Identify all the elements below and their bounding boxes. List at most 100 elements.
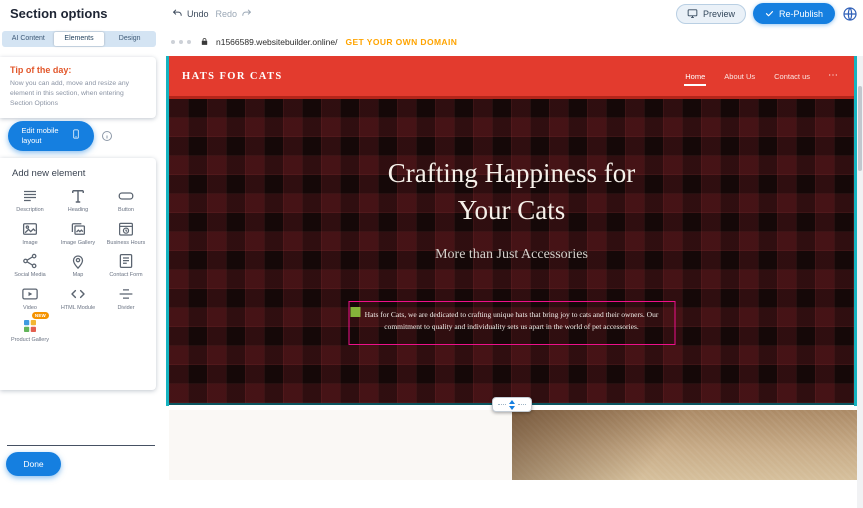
button-icon xyxy=(117,187,135,205)
undo-redo-group: Undo Redo xyxy=(172,8,252,19)
element-description[interactable]: Description xyxy=(6,187,54,214)
undo-icon xyxy=(172,8,183,19)
redo-label: Redo xyxy=(216,9,238,19)
tip-body: Now you can add, move and resize any ele… xyxy=(10,79,146,109)
element-label: Divider xyxy=(117,305,134,312)
republish-label: Re-Publish xyxy=(779,9,823,19)
heading-icon xyxy=(69,187,87,205)
sidebar: AI Content Elements Design Tip of the da… xyxy=(0,28,166,480)
element-label: Social Media xyxy=(14,272,46,279)
hero-subheading[interactable]: More than Just Accessories xyxy=(169,247,854,263)
handle-dots-left xyxy=(498,404,506,405)
preview-button[interactable]: Preview xyxy=(676,4,746,24)
sand-photo xyxy=(512,410,857,480)
topbar-actions: Preview Re-Publish xyxy=(676,3,858,24)
handle-dots-right xyxy=(518,404,526,405)
scrollbar-thumb[interactable] xyxy=(858,86,862,171)
preview-label: Preview xyxy=(703,9,735,19)
tab-ai-content[interactable]: AI Content xyxy=(3,32,54,46)
new-badge: NEW xyxy=(32,312,49,319)
image-icon xyxy=(21,220,39,238)
hero-heading-line2: Your Cats xyxy=(169,192,854,229)
element-image-gallery[interactable]: Image Gallery xyxy=(54,220,102,247)
sidebar-divider xyxy=(7,445,155,446)
element-label: Button xyxy=(118,207,134,214)
element-label: Image Gallery xyxy=(61,240,95,247)
nav-about-us[interactable]: About Us xyxy=(723,67,756,86)
hero-heading[interactable]: Crafting Happiness for Your Cats xyxy=(169,99,854,230)
element-label: Image xyxy=(22,240,37,247)
done-button[interactable]: Done xyxy=(6,452,61,476)
element-video[interactable]: Video xyxy=(6,285,54,312)
section-selection-edge-left xyxy=(166,56,169,406)
info-icon[interactable] xyxy=(101,130,113,142)
site-header[interactable]: HATS FOR CATS Home About Us Contact us ⋯ xyxy=(169,56,854,99)
element-label: Business Hours xyxy=(107,240,146,247)
element-heading[interactable]: Heading xyxy=(54,187,102,214)
element-drag-handle[interactable] xyxy=(350,307,360,317)
element-label: Video xyxy=(23,305,37,312)
element-label: HTML Module xyxy=(61,305,95,312)
social-media-icon xyxy=(21,252,39,270)
html-module-icon xyxy=(69,285,87,303)
phone-icon xyxy=(71,129,81,144)
tab-design[interactable]: Design xyxy=(104,32,155,46)
page-title: Section options xyxy=(10,6,108,21)
element-product-gallery[interactable]: NEW Product Gallery xyxy=(6,317,54,344)
element-business-hours[interactable]: Business Hours xyxy=(102,220,150,247)
nav-more-icon[interactable]: ⋯ xyxy=(828,71,838,81)
description-icon xyxy=(21,187,39,205)
element-social-media[interactable]: Social Media xyxy=(6,252,54,279)
image-gallery-icon xyxy=(69,220,87,238)
add-element-panel: Add new element Description Heading Butt… xyxy=(0,158,156,390)
editor-canvas: n1566589.websitebuilder.online/ GET YOUR… xyxy=(166,28,863,480)
nav-contact-us[interactable]: Contact us xyxy=(773,67,811,86)
tip-title: Tip of the day: xyxy=(10,65,146,75)
element-contact-form[interactable]: Contact Form xyxy=(102,252,150,279)
redo-button[interactable]: Redo xyxy=(216,8,253,19)
window-dot-icon xyxy=(179,40,183,44)
contact-form-icon xyxy=(117,252,135,270)
section-resize-handle[interactable] xyxy=(492,397,532,412)
republish-button[interactable]: Re-Publish xyxy=(753,3,835,24)
element-label: Description xyxy=(16,207,44,214)
next-section[interactable] xyxy=(169,410,857,480)
hero-section[interactable]: Crafting Happiness for Your Cats More th… xyxy=(169,99,854,405)
element-image[interactable]: Image xyxy=(6,220,54,247)
video-icon xyxy=(21,285,39,303)
product-gallery-icon: NEW xyxy=(21,317,39,335)
undo-label: Undo xyxy=(187,9,209,19)
globe-icon[interactable] xyxy=(842,6,858,22)
element-button[interactable]: Button xyxy=(102,187,150,214)
window-dot-icon xyxy=(171,40,175,44)
scrollbar-track[interactable] xyxy=(857,56,863,508)
topbar: Section options Undo Redo Preview Re-P xyxy=(0,0,863,28)
hero-text-element-selected[interactable]: Hats for Cats, we are dedicated to craft… xyxy=(348,301,675,345)
get-domain-link[interactable]: GET YOUR OWN DOMAIN xyxy=(345,37,457,47)
element-grid: Description Heading Button Image xyxy=(6,187,150,344)
lock-icon xyxy=(200,37,209,48)
nav-home[interactable]: Home xyxy=(684,67,706,86)
divider-icon xyxy=(117,285,135,303)
element-html-module[interactable]: HTML Module xyxy=(54,285,102,312)
redo-icon xyxy=(241,8,252,19)
tab-elements[interactable]: Elements xyxy=(54,32,105,46)
hero-heading-line1: Crafting Happiness for xyxy=(169,155,854,192)
site-logo[interactable]: HATS FOR CATS xyxy=(182,71,283,82)
site-url[interactable]: n1566589.websitebuilder.online/ xyxy=(216,37,337,47)
undo-button[interactable]: Undo xyxy=(172,8,209,19)
element-map[interactable]: Map xyxy=(54,252,102,279)
resize-arrows-icon xyxy=(509,400,515,410)
business-hours-icon xyxy=(117,220,135,238)
element-label: Product Gallery xyxy=(11,337,49,344)
map-icon xyxy=(69,252,87,270)
browser-address-bar: n1566589.websitebuilder.online/ GET YOUR… xyxy=(166,28,863,56)
tip-of-the-day-card: Tip of the day: Now you can add, move an… xyxy=(0,57,156,118)
element-divider[interactable]: Divider xyxy=(102,285,150,312)
edit-mobile-layout-label: Edit mobile layout xyxy=(22,126,64,146)
sidebar-tabs: AI Content Elements Design xyxy=(2,31,156,47)
element-label: Heading xyxy=(68,207,89,214)
add-element-title: Add new element xyxy=(12,168,150,179)
element-label: Map xyxy=(73,272,84,279)
edit-mobile-layout-button[interactable]: Edit mobile layout xyxy=(8,121,94,151)
